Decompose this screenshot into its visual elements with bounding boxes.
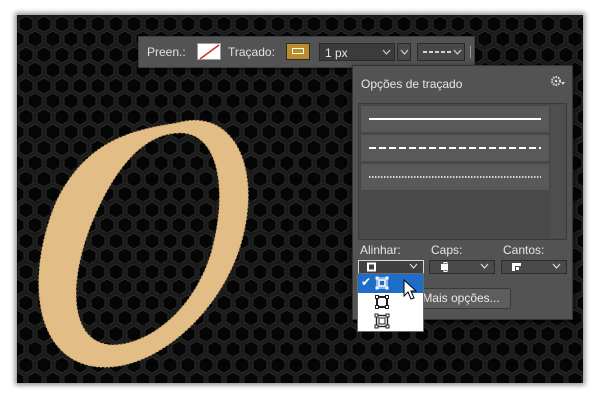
inside-align-icon	[367, 262, 418, 272]
fill-swatch-none[interactable]	[197, 43, 221, 60]
chevron-down-icon	[382, 49, 391, 55]
stroke-label: Traçado:	[228, 45, 275, 59]
stroke-width-dropdown[interactable]	[397, 43, 411, 61]
dotted-line-icon	[369, 176, 541, 178]
preset-solid-line[interactable]	[360, 105, 550, 133]
inside-align-icon	[375, 276, 389, 290]
preset-scrollbar[interactable]	[551, 105, 565, 238]
no-fill-icon	[199, 44, 220, 59]
corners-label: Cantos:	[503, 243, 545, 257]
fill-label: Preen.:	[147, 45, 186, 59]
corner-style-icon	[512, 263, 561, 271]
toolbar-divider	[470, 46, 471, 58]
checkmark-icon: ✔	[361, 275, 372, 289]
corners-dropdown[interactable]	[501, 260, 567, 274]
chevron-down-icon	[400, 49, 409, 55]
screenshot-frame: Preen.: Traçado: 1 px Opções de traçado …	[17, 15, 583, 383]
cap-style-icon	[441, 262, 489, 272]
stroke-width-value: 1 px	[325, 46, 348, 60]
align-option-outside[interactable]	[358, 312, 423, 331]
dashed-line-icon	[423, 49, 462, 55]
mouse-cursor-icon	[403, 279, 418, 300]
stroke-preset-list	[358, 103, 567, 240]
dashed-line-icon	[369, 147, 541, 149]
caps-dropdown[interactable]	[429, 260, 495, 274]
gear-icon[interactable]	[550, 74, 566, 88]
preset-dashed-line[interactable]	[360, 134, 550, 162]
panel-title: Opções de traçado	[361, 77, 463, 91]
center-align-icon	[375, 295, 389, 309]
more-options-button[interactable]: Mais opções...	[411, 288, 511, 309]
preset-dotted-line[interactable]	[360, 163, 550, 191]
stroke-preview-icon	[292, 48, 304, 54]
align-dropdown[interactable]	[358, 260, 424, 274]
align-label: Alinhar:	[360, 243, 401, 257]
stroke-width-field[interactable]: 1 px	[319, 43, 395, 61]
shape-options-bar: Preen.: Traçado: 1 px	[138, 36, 475, 68]
stroke-color-swatch[interactable]	[286, 43, 310, 60]
outside-align-icon	[374, 313, 390, 329]
stroke-type-dropdown[interactable]	[417, 43, 465, 61]
caps-label: Caps:	[431, 243, 463, 257]
solid-line-icon	[369, 118, 541, 120]
